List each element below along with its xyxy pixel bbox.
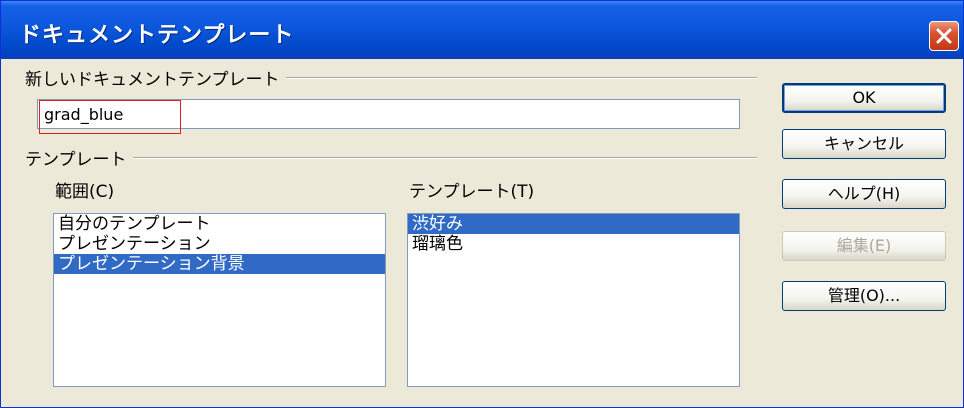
template-name-field[interactable] <box>37 99 740 129</box>
close-button[interactable] <box>929 21 959 51</box>
title-bar[interactable]: ドキュメントテンプレート <box>1 1 963 59</box>
manage-button[interactable]: 管理(O)... <box>782 281 946 311</box>
window-title: ドキュメントテンプレート <box>19 23 295 48</box>
help-button[interactable]: ヘルプ(H) <box>782 179 946 209</box>
templates-group-label: テンプレート <box>25 145 133 170</box>
new-template-group-label: 新しいドキュメントテンプレート <box>25 65 286 90</box>
templates-group-line <box>25 157 757 159</box>
template-list[interactable]: 渋好み 瑠璃色 <box>407 213 740 387</box>
template-item-shibugonomi[interactable]: 渋好み <box>408 214 739 234</box>
category-item-mine[interactable]: 自分のテンプレート <box>54 214 385 234</box>
cancel-button[interactable]: キャンセル <box>782 129 946 159</box>
category-item-backgrounds[interactable]: プレゼンテーション背景 <box>54 254 385 274</box>
edit-button[interactable]: 編集(E) <box>782 231 946 261</box>
ok-button[interactable]: OK <box>782 83 946 113</box>
template-item-ruriiro[interactable]: 瑠璃色 <box>408 234 739 254</box>
category-list-label: 範囲(C) <box>55 182 115 202</box>
template-dialog: ドキュメントテンプレート 新しいドキュメントテンプレート テンプレート 範囲(C… <box>0 0 964 408</box>
close-icon <box>936 28 952 44</box>
template-list-label: テンプレート(T) <box>409 182 535 202</box>
template-name-input[interactable] <box>38 100 739 128</box>
category-list[interactable]: 自分のテンプレート プレゼンテーション プレゼンテーション背景 <box>53 213 386 387</box>
category-item-presentations[interactable]: プレゼンテーション <box>54 234 385 254</box>
